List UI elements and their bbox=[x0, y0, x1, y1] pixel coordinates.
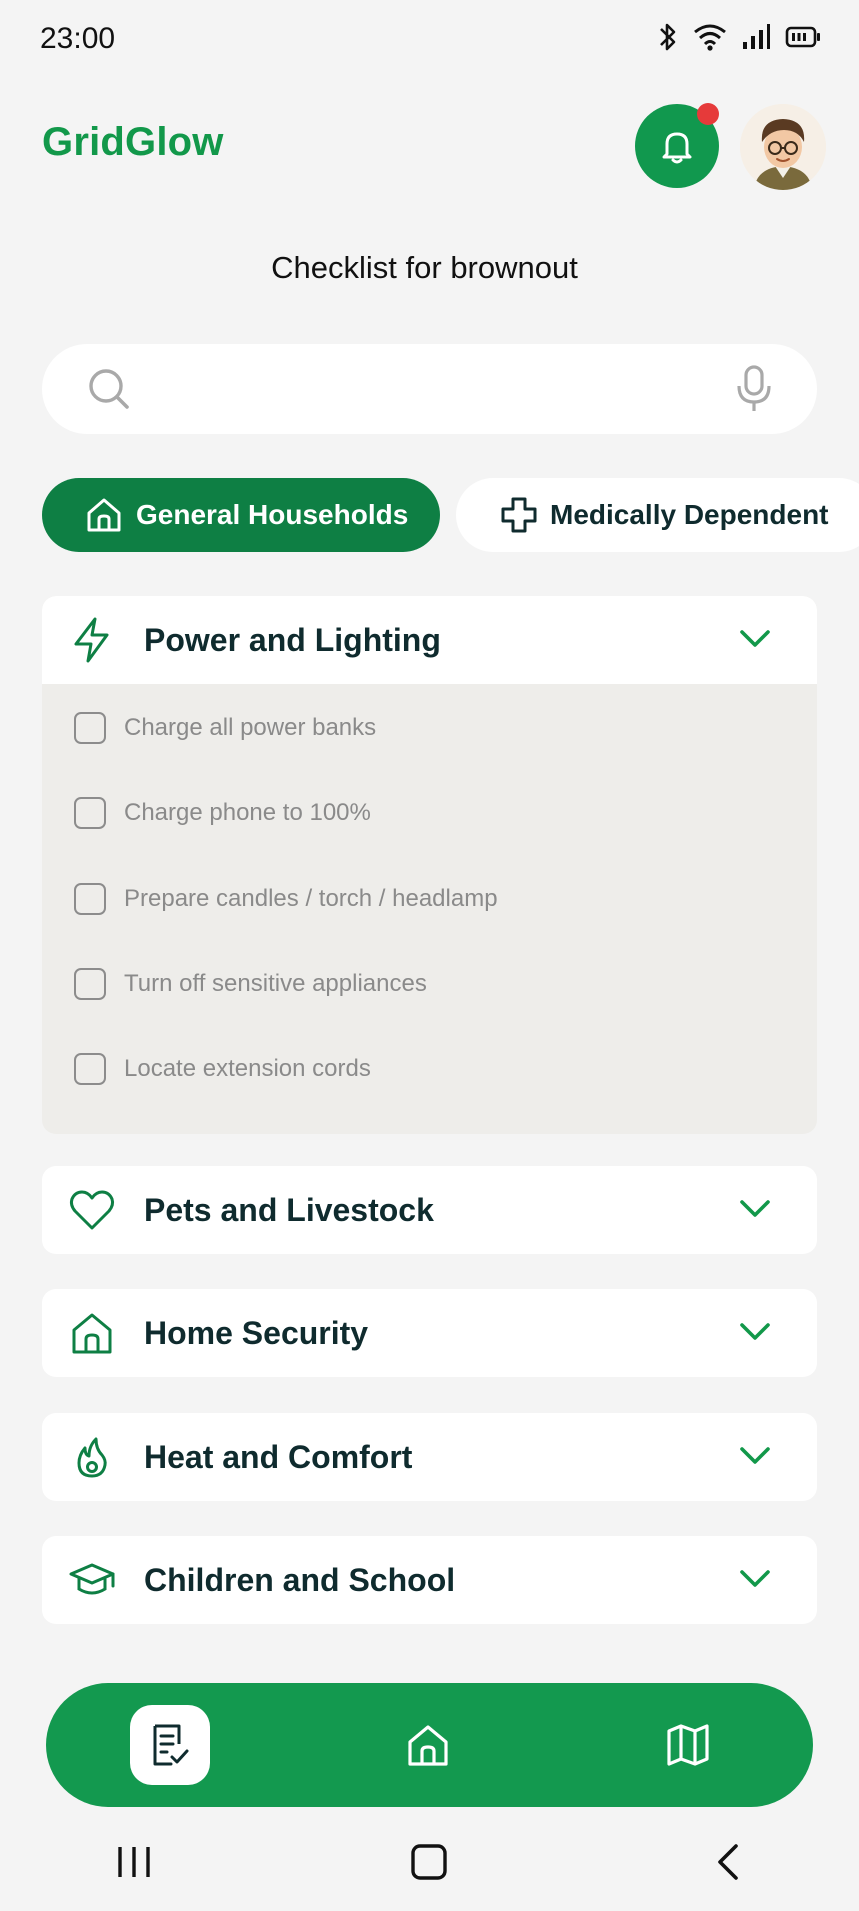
checkbox[interactable] bbox=[74, 797, 106, 829]
wifi-icon bbox=[694, 24, 726, 51]
checkbox[interactable] bbox=[74, 968, 106, 1000]
page-title: Checklist for brownout bbox=[271, 250, 578, 285]
section-header-power-and-lighting[interactable]: Power and Lighting bbox=[42, 596, 817, 684]
nav-home-button[interactable] bbox=[388, 1705, 468, 1785]
checkbox[interactable] bbox=[74, 712, 106, 744]
chevron-down-icon[interactable] bbox=[739, 1321, 771, 1343]
back-icon[interactable] bbox=[710, 1842, 746, 1882]
checklist-item[interactable]: Charge phone to 100% bbox=[74, 793, 371, 833]
bell-icon bbox=[662, 132, 692, 164]
section-power-and-lighting: Power and Lighting Charge all power bank… bbox=[42, 596, 817, 1134]
flame-icon bbox=[68, 1433, 116, 1481]
app-logo: GridGlow bbox=[42, 120, 224, 164]
section-header-home-security[interactable]: Home Security bbox=[42, 1289, 817, 1377]
battery-icon bbox=[785, 26, 820, 48]
section-title: Children and School bbox=[144, 1562, 456, 1598]
chevron-down-icon[interactable] bbox=[739, 1568, 771, 1590]
section-title: Home Security bbox=[144, 1315, 369, 1351]
avatar[interactable] bbox=[740, 104, 826, 190]
home-icon bbox=[87, 498, 121, 532]
map-icon bbox=[667, 1724, 709, 1766]
signal-icon bbox=[743, 24, 770, 49]
chevron-down-icon[interactable] bbox=[739, 628, 771, 650]
checklist-item[interactable]: Locate extension cords bbox=[74, 1049, 371, 1089]
app-screen: 23:00 GridGlow Checklist for brownout Ge… bbox=[0, 0, 859, 1911]
checklist-item[interactable]: Prepare candles / torch / headlamp bbox=[74, 879, 498, 919]
filter-chip-label: General Households bbox=[136, 499, 409, 530]
microphone-icon[interactable] bbox=[735, 364, 773, 414]
filter-chip-label: Medically Dependent bbox=[550, 499, 829, 530]
section-home-security[interactable]: Home Security bbox=[42, 1289, 817, 1377]
chevron-down-icon[interactable] bbox=[739, 1445, 771, 1467]
section-header-pets-and-livestock[interactable]: Pets and Livestock bbox=[42, 1166, 817, 1254]
bluetooth-icon bbox=[660, 23, 676, 51]
section-header-children-and-school[interactable]: Children and School bbox=[42, 1536, 817, 1624]
chevron-down-icon[interactable] bbox=[739, 1198, 771, 1220]
search-bar[interactable] bbox=[42, 344, 817, 434]
section-pets-and-livestock[interactable]: Pets and Livestock bbox=[42, 1166, 817, 1254]
filter-chip-medically-dependent[interactable]: Medically Dependent bbox=[456, 478, 859, 552]
checklist-item-label: Charge all power banks bbox=[124, 714, 377, 741]
home-button-icon[interactable] bbox=[408, 1842, 450, 1882]
checklist-item-label: Charge phone to 100% bbox=[124, 799, 371, 826]
section-header-heat-and-comfort[interactable]: Heat and Comfort bbox=[42, 1413, 817, 1501]
recent-apps-icon[interactable] bbox=[114, 1842, 154, 1882]
home-icon bbox=[408, 1725, 448, 1766]
status-bar: 23:00 bbox=[0, 0, 859, 80]
checklist-item-label: Turn off sensitive appliances bbox=[124, 970, 427, 997]
user-avatar-illustration bbox=[740, 104, 826, 190]
home-icon bbox=[68, 1309, 116, 1357]
checklist-item-label: Prepare candles / torch / headlamp bbox=[124, 885, 498, 912]
section-title: Pets and Livestock bbox=[144, 1192, 434, 1228]
section-children-and-school[interactable]: Children and School bbox=[42, 1536, 817, 1624]
checklist-item-label: Locate extension cords bbox=[124, 1055, 371, 1082]
graduation-cap-icon bbox=[68, 1556, 116, 1604]
section-title: Heat and Comfort bbox=[144, 1439, 413, 1475]
nav-checklist-button[interactable] bbox=[130, 1705, 210, 1785]
search-input[interactable] bbox=[142, 362, 702, 416]
section-title: Power and Lighting bbox=[144, 622, 441, 658]
checklist-icon bbox=[153, 1724, 189, 1766]
status-icons bbox=[657, 20, 821, 54]
checklist-item[interactable]: Charge all power banks bbox=[74, 708, 376, 748]
checklist-item[interactable]: Turn off sensitive appliances bbox=[74, 964, 427, 1004]
heart-icon bbox=[68, 1186, 116, 1234]
notification-badge bbox=[697, 103, 719, 125]
system-navigation-bar bbox=[0, 1830, 859, 1911]
status-time: 23:00 bbox=[40, 22, 116, 55]
checkbox[interactable] bbox=[74, 883, 106, 915]
nav-map-button[interactable] bbox=[648, 1705, 728, 1785]
medical-cross-icon bbox=[501, 497, 537, 533]
lightning-icon bbox=[68, 616, 116, 664]
checkbox[interactable] bbox=[74, 1053, 106, 1085]
bottom-navigation bbox=[46, 1683, 813, 1807]
section-heat-and-comfort[interactable]: Heat and Comfort bbox=[42, 1413, 817, 1501]
filter-chip-general-households[interactable]: General Households bbox=[42, 478, 440, 552]
search-icon bbox=[89, 369, 129, 409]
